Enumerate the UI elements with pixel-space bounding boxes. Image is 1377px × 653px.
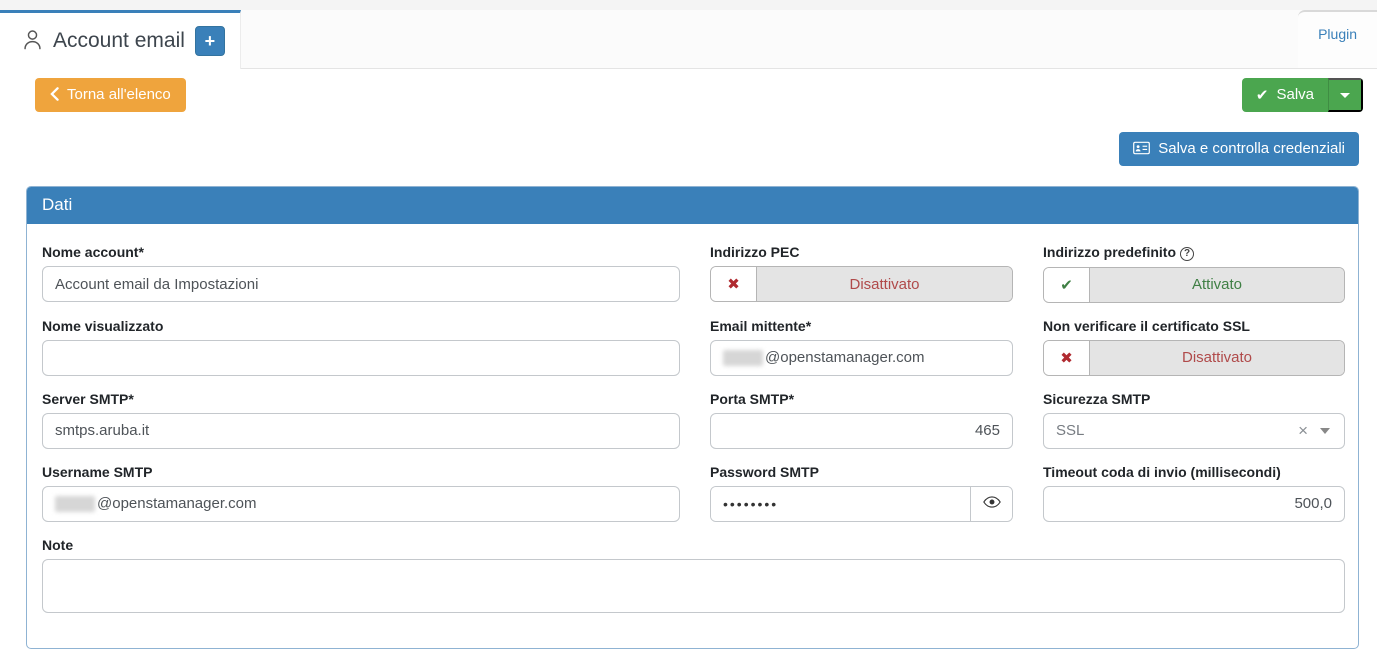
note-textarea[interactable] (42, 559, 1345, 613)
cross-icon: ✖ (1044, 341, 1090, 375)
porta-smtp-input[interactable] (710, 413, 1013, 449)
password-smtp-input[interactable] (711, 487, 970, 521)
indirizzo-pec-state: Disattivato (757, 267, 1012, 301)
check-icon: ✔ (1256, 88, 1269, 103)
save-button[interactable]: ✔ Salva (1242, 78, 1328, 112)
redacted-text (723, 350, 763, 366)
field-porta-smtp: Porta SMTP* (710, 391, 1013, 449)
tab-bar: Account email + Plugin (0, 10, 1377, 69)
field-indirizzo-predefinito: Indirizzo predefinito? ✔ Attivato (1043, 244, 1345, 303)
sicurezza-smtp-value: SSL (1056, 422, 1084, 439)
field-username-smtp: Username SMTP @openstamanager.com (42, 464, 680, 522)
non-verificare-ssl-label: Non verificare il certificato SSL (1043, 318, 1345, 334)
eye-icon (983, 496, 1001, 512)
email-mittente-input[interactable]: @openstamanager.com (710, 340, 1013, 376)
non-verificare-ssl-state: Disattivato (1090, 341, 1344, 375)
nome-visualizzato-label: Nome visualizzato (42, 318, 680, 334)
id-card-icon (1133, 141, 1150, 158)
indirizzo-predefinito-state: Attivato (1090, 268, 1344, 302)
note-label: Note (42, 537, 1345, 553)
user-icon (22, 26, 43, 56)
clear-icon[interactable]: × (1298, 422, 1308, 439)
timeout-coda-input[interactable] (1043, 486, 1345, 522)
tab-account-email[interactable]: Account email + (0, 10, 241, 69)
username-smtp-value: @openstamanager.com (97, 495, 257, 512)
cross-icon: ✖ (711, 267, 757, 301)
help-icon[interactable]: ? (1180, 247, 1194, 261)
username-smtp-input[interactable]: @openstamanager.com (42, 486, 680, 522)
panel-header: Dati (27, 187, 1358, 224)
email-mittente-label: Email mittente* (710, 318, 1013, 334)
toolbar: Torna all'elenco ✔ Salva (0, 69, 1377, 112)
data-panel: Dati Nome account* Indirizzo PEC ✖ Disat… (26, 186, 1359, 649)
caret-down-icon (1340, 93, 1350, 98)
add-account-button[interactable]: + (195, 26, 225, 56)
sicurezza-smtp-select[interactable]: SSL × (1043, 413, 1345, 449)
server-smtp-label: Server SMTP* (42, 391, 680, 407)
caret-down-icon (1320, 428, 1330, 434)
email-mittente-value: @openstamanager.com (765, 349, 925, 366)
save-and-check-credentials-button[interactable]: Salva e controlla credenziali (1119, 132, 1359, 166)
username-smtp-label: Username SMTP (42, 464, 680, 480)
field-nome-account: Nome account* (42, 244, 680, 303)
nome-account-label: Nome account* (42, 244, 680, 260)
plugin-tab[interactable]: Plugin (1298, 10, 1377, 68)
porta-smtp-label: Porta SMTP* (710, 391, 1013, 407)
indirizzo-predefinito-label-text: Indirizzo predefinito (1043, 244, 1176, 260)
nome-visualizzato-input[interactable] (42, 340, 680, 376)
panel-body: Nome account* Indirizzo PEC ✖ Disattivat… (27, 224, 1358, 648)
sicurezza-smtp-label: Sicurezza SMTP (1043, 391, 1345, 407)
secondary-toolbar: Salva e controlla credenziali (0, 112, 1377, 166)
page-top-strip (0, 0, 1377, 10)
timeout-coda-label: Timeout coda di invio (millisecondi) (1043, 464, 1345, 480)
save-dropdown-button[interactable] (1328, 78, 1363, 112)
back-to-list-label: Torna all'elenco (67, 86, 171, 104)
field-sicurezza-smtp: Sicurezza SMTP SSL × (1043, 391, 1345, 449)
password-smtp-label: Password SMTP (710, 464, 1013, 480)
server-smtp-input[interactable] (42, 413, 680, 449)
indirizzo-predefinito-toggle[interactable]: ✔ Attivato (1043, 267, 1345, 303)
non-verificare-ssl-toggle[interactable]: ✖ Disattivato (1043, 340, 1345, 376)
toggle-password-visibility-button[interactable] (970, 487, 1012, 521)
redacted-text (55, 496, 95, 512)
field-non-verificare-ssl: Non verificare il certificato SSL ✖ Disa… (1043, 318, 1345, 376)
page-title: Account email (53, 29, 185, 53)
save-and-check-credentials-label: Salva e controlla credenziali (1158, 140, 1345, 158)
field-password-smtp: Password SMTP (710, 464, 1013, 522)
save-label: Salva (1276, 86, 1314, 104)
indirizzo-predefinito-label: Indirizzo predefinito? (1043, 244, 1345, 261)
field-indirizzo-pec: Indirizzo PEC ✖ Disattivato (710, 244, 1013, 303)
field-timeout-coda: Timeout coda di invio (millisecondi) (1043, 464, 1345, 522)
chevron-left-icon (50, 87, 59, 104)
nome-account-input[interactable] (42, 266, 680, 302)
indirizzo-pec-label: Indirizzo PEC (710, 244, 1013, 260)
field-nome-visualizzato: Nome visualizzato (42, 318, 680, 376)
back-to-list-button[interactable]: Torna all'elenco (35, 78, 186, 112)
save-split-button: ✔ Salva (1242, 78, 1363, 112)
field-email-mittente: Email mittente* @openstamanager.com (710, 318, 1013, 376)
tab-bar-filler (241, 10, 1298, 68)
password-smtp-group (710, 486, 1013, 522)
indirizzo-pec-toggle[interactable]: ✖ Disattivato (710, 266, 1013, 302)
check-icon: ✔ (1044, 268, 1090, 302)
field-note: Note (42, 537, 1345, 618)
field-server-smtp: Server SMTP* (42, 391, 680, 449)
plugin-link[interactable]: Plugin (1318, 26, 1357, 42)
